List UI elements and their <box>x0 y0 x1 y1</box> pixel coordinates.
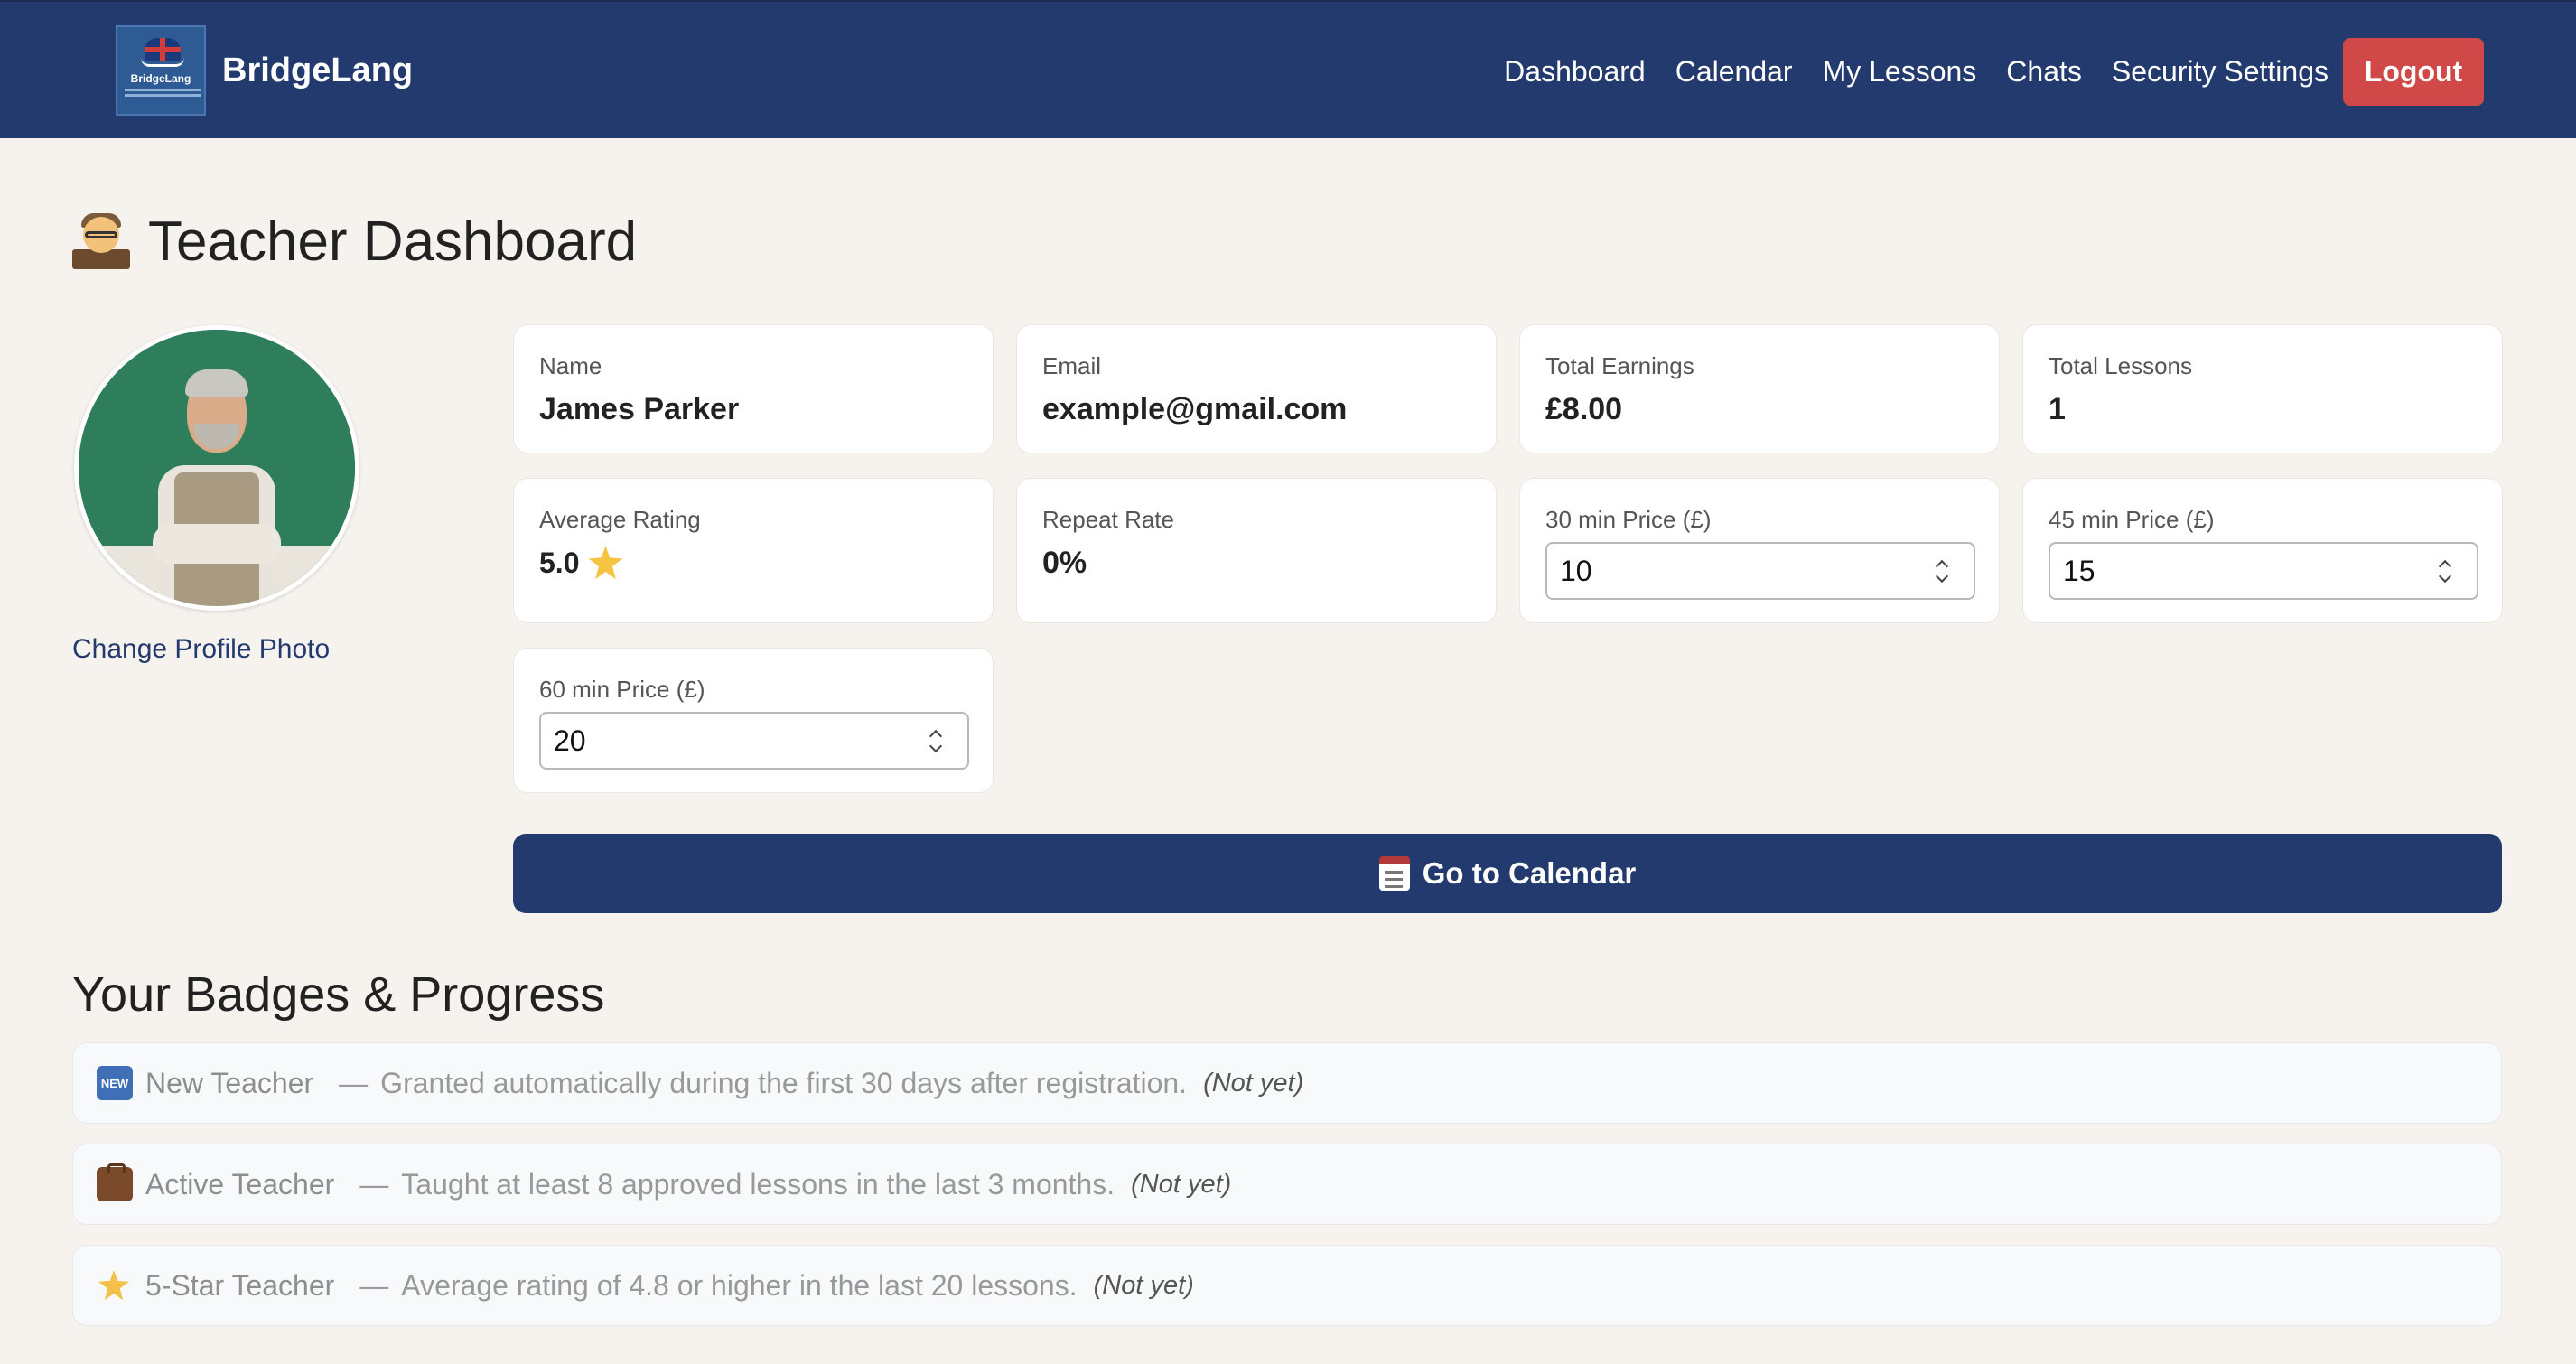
star-icon <box>588 546 623 580</box>
price-30-spinner-icon[interactable] <box>1936 562 1948 582</box>
earnings-label: Total Earnings <box>1545 352 1694 379</box>
email-value: example@gmail.com <box>1042 392 1348 426</box>
email-card: Email example@gmail.com <box>1016 324 1497 453</box>
badge-separator: — <box>339 1066 369 1099</box>
brand-logo-icon: BridgeLang <box>116 25 206 116</box>
badge-active-teacher: Active Teacher — Taught at least 8 appro… <box>72 1144 2502 1225</box>
badge-description: Granted automatically during the first 3… <box>380 1066 1188 1099</box>
calendar-icon <box>1378 856 1410 891</box>
badge-description: Average rating of 4.8 or higher in the l… <box>401 1268 1078 1302</box>
repeat-value: 0% <box>1042 546 1087 580</box>
earnings-card: Total Earnings £8.00 <box>1519 324 2000 453</box>
badge-new-teacher: NEW New Teacher — Granted automatically … <box>72 1042 2502 1124</box>
price-60-input[interactable] <box>539 712 969 770</box>
brand[interactable]: BridgeLang BridgeLang <box>116 25 413 116</box>
lessons-label: Total Lessons <box>2049 352 2192 379</box>
badge-separator: — <box>359 1268 389 1302</box>
rating-label: Average Rating <box>539 506 701 533</box>
badge-status: (Not yet) <box>1093 1270 1194 1300</box>
rating-card: Average Rating 5.0 <box>513 478 994 623</box>
navbar: BridgeLang BridgeLang Dashboard Calendar… <box>0 0 2576 138</box>
brand-name[interactable]: BridgeLang <box>222 51 413 90</box>
name-label: Name <box>539 352 602 379</box>
badge-name: Active Teacher <box>145 1167 335 1201</box>
price-45-input[interactable] <box>2049 542 2478 600</box>
new-icon: NEW <box>97 1066 133 1100</box>
badge-status: (Not yet) <box>1203 1068 1304 1098</box>
lessons-card: Total Lessons 1 <box>2022 324 2503 453</box>
nav-link-calendar[interactable]: Calendar <box>1675 55 1793 89</box>
change-profile-photo-link[interactable]: Change Profile Photo <box>72 634 330 665</box>
badge-name: 5-Star Teacher <box>145 1268 335 1302</box>
nav-link-dashboard[interactable]: Dashboard <box>1504 55 1646 89</box>
price-45-card: 45 min Price (£) <box>2022 478 2503 623</box>
price-30-input[interactable] <box>1545 542 1975 600</box>
nav-links: Dashboard Calendar My Lessons Chats Secu… <box>1474 38 2484 106</box>
nav-link-chats[interactable]: Chats <box>2006 55 2082 89</box>
price-45-label: 45 min Price (£) <box>2049 506 2215 533</box>
email-label: Email <box>1042 352 1102 379</box>
nav-link-my-lessons[interactable]: My Lessons <box>1823 55 1977 89</box>
badges-title: Your Badges & Progress <box>72 967 605 1022</box>
avatar <box>74 325 359 611</box>
repeat-card: Repeat Rate 0% <box>1016 478 1497 623</box>
teacher-icon <box>72 212 130 271</box>
badge-status: (Not yet) <box>1131 1169 1232 1199</box>
price-30-card: 30 min Price (£) <box>1519 478 2000 623</box>
name-value: James Parker <box>539 392 740 426</box>
go-to-calendar-label: Go to Calendar <box>1422 856 1637 890</box>
lessons-value: 1 <box>2049 392 2066 426</box>
badge-5-star-teacher: 5-Star Teacher — Average rating of 4.8 o… <box>72 1245 2502 1326</box>
rating-value: 5.0 <box>539 546 580 579</box>
logout-button[interactable]: Logout <box>2343 38 2484 106</box>
price-45-spinner-icon[interactable] <box>2439 562 2451 582</box>
page-title: Teacher Dashboard <box>72 210 637 274</box>
earnings-value: £8.00 <box>1545 392 1623 426</box>
price-60-label: 60 min Price (£) <box>539 676 705 703</box>
price-30-label: 30 min Price (£) <box>1545 506 1712 533</box>
badge-separator: — <box>359 1167 389 1201</box>
rating-value-wrap: 5.0 <box>539 546 623 580</box>
go-to-calendar-button[interactable]: Go to Calendar <box>513 834 2502 913</box>
price-60-spinner-icon[interactable] <box>929 732 942 752</box>
page-title-text: Teacher Dashboard <box>148 210 638 273</box>
glowing-star-icon <box>97 1268 133 1303</box>
name-card: Name James Parker <box>513 324 994 453</box>
nav-link-security-settings[interactable]: Security Settings <box>2112 55 2329 89</box>
repeat-label: Repeat Rate <box>1042 506 1174 533</box>
badge-description: Taught at least 8 approved lessons in th… <box>401 1167 1115 1201</box>
badge-name: New Teacher <box>145 1066 314 1099</box>
briefcase-icon <box>97 1163 133 1201</box>
price-60-card: 60 min Price (£) <box>513 648 994 793</box>
